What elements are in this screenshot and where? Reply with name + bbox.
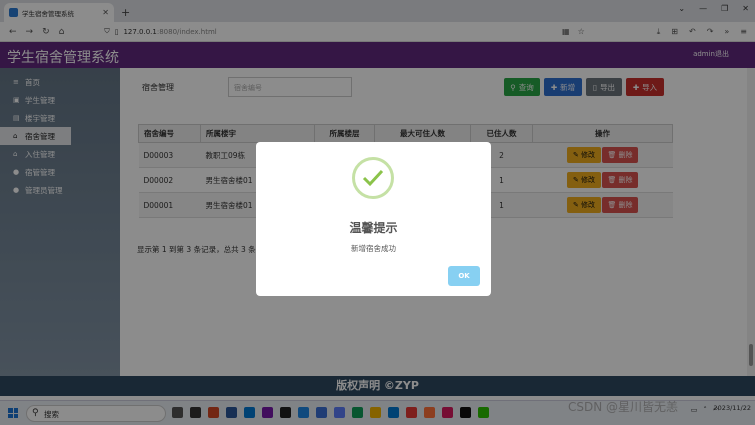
success-check-icon (352, 157, 394, 199)
dialog-title: 温馨提示 (349, 221, 398, 235)
watermark: CSDN @星川皆无恙 (568, 400, 679, 414)
alert-dialog: 温馨提示 新增宿舍成功 OK (256, 142, 491, 296)
dialog-message: 新增宿舍成功 (351, 244, 396, 253)
ok-button[interactable]: OK (448, 266, 480, 286)
